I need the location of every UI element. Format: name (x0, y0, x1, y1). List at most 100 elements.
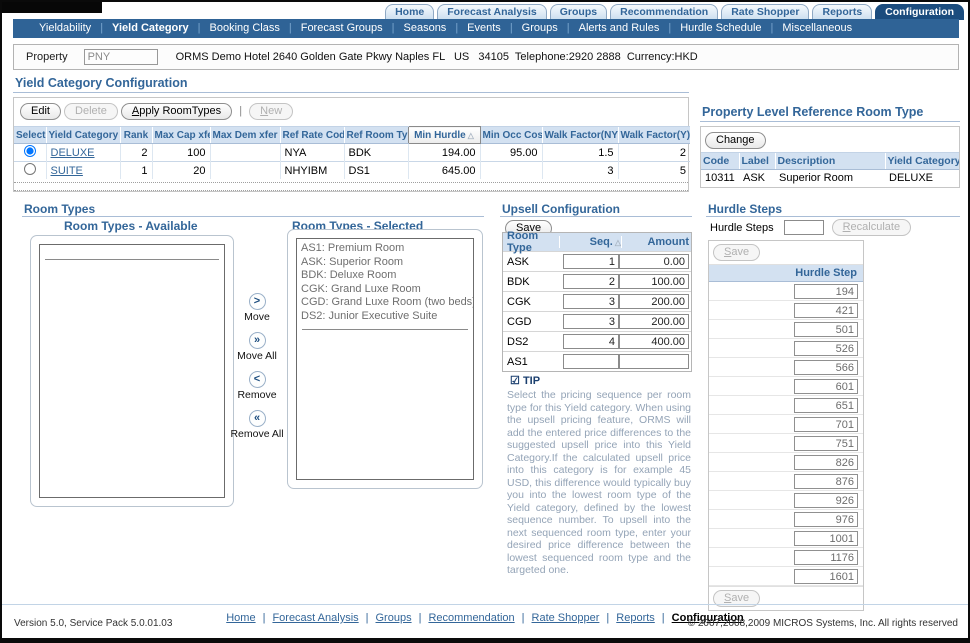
amount-input[interactable] (619, 334, 689, 349)
select-radio[interactable] (24, 163, 36, 175)
shuttle-arrow-icon[interactable]: > (249, 293, 266, 310)
upsell-row: DS2 (503, 331, 691, 351)
seq-input[interactable] (563, 274, 619, 289)
property-bar: Property ORMS Demo Hotel 2640 Golden Gat… (13, 44, 959, 70)
subnav-item[interactable]: Booking Class (189, 22, 280, 34)
yield-category-link[interactable]: SUITE (51, 165, 83, 177)
subnav-item[interactable]: Alerts and Rules (558, 22, 660, 34)
hurdle-step-input[interactable] (794, 474, 858, 489)
col-walk-factor-ny[interactable]: Walk Factor(NY) (542, 127, 618, 144)
subnav-item[interactable]: Seasons (383, 22, 447, 34)
col-seq[interactable]: Seq.△ (559, 236, 621, 248)
hurdle-step-input[interactable] (794, 417, 858, 432)
shuttle-arrow-icon[interactable]: < (249, 371, 266, 388)
subnav-item[interactable]: Events (446, 22, 501, 34)
subnav-item[interactable]: Forecast Groups (280, 22, 383, 34)
col-max-cap-xfer[interactable]: Max Cap xfer (152, 127, 210, 144)
col-rank[interactable]: Rank (120, 127, 152, 144)
hurdle-steps-count-input[interactable] (784, 220, 824, 235)
subnav-item[interactable]: Groups (501, 22, 558, 34)
top-tab[interactable]: Groups (550, 4, 607, 20)
col-max-dem-xfer[interactable]: Max Dem xfer (210, 127, 280, 144)
subnav-item[interactable]: Hurdle Schedule (659, 22, 761, 34)
col-yield-category[interactable]: Yield Category (46, 127, 120, 144)
top-tab[interactable]: Configuration (875, 4, 964, 20)
hurdle-step-input[interactable] (794, 303, 858, 318)
selected-room-type-item[interactable]: CGD: Grand Luxe Room (two beds) (297, 296, 473, 310)
sort-ascending-icon: △ (468, 131, 474, 140)
hurdle-step-input[interactable] (794, 398, 858, 413)
top-tab[interactable]: Rate Shopper (721, 4, 809, 20)
selected-room-type-item[interactable]: CGK: Grand Luxe Room (297, 283, 473, 297)
max-cap-xfer-cell: 20 (152, 162, 210, 180)
shuttle-arrow-icon[interactable]: « (249, 410, 266, 427)
shuttle-button[interactable]: > Move (228, 291, 286, 323)
hurdle-step-input[interactable] (794, 436, 858, 451)
select-radio[interactable] (24, 145, 36, 157)
seq-input[interactable] (563, 254, 619, 269)
top-tab[interactable]: Recommendation (610, 4, 718, 20)
seq-input[interactable] (563, 354, 619, 369)
edit-button[interactable]: Edit (20, 103, 61, 120)
amount-input[interactable] (619, 254, 689, 269)
hurdle-step-input[interactable] (794, 531, 858, 546)
seq-input[interactable] (563, 314, 619, 329)
apply-roomtypes-button[interactable]: Apply RoomTypes (121, 103, 232, 120)
col-walk-factor-y[interactable]: Walk Factor(Y) (618, 127, 690, 144)
yield-category-row: SUITE 1 20 NHYIBM DS1 645.00 3 5 (14, 162, 690, 180)
amount-input[interactable] (619, 294, 689, 309)
selected-room-type-item[interactable]: AS1: Premium Room (297, 242, 473, 256)
subnav-item[interactable]: Yield Category (91, 22, 188, 34)
hurdle-step-input[interactable] (794, 360, 858, 375)
hurdle-step-input[interactable] (794, 455, 858, 470)
footer-link[interactable]: Rate Shopper (532, 612, 600, 624)
shuttle-button[interactable]: « Remove All (228, 408, 286, 440)
hurdle-step-input[interactable] (794, 569, 858, 584)
seq-input[interactable] (563, 334, 619, 349)
selected-room-type-item[interactable]: DS2: Junior Executive Suite (297, 310, 473, 324)
shuttle-arrow-icon[interactable]: » (249, 332, 266, 349)
col-ref-room-type[interactable]: Ref Room Type (344, 127, 408, 144)
change-button[interactable]: Change (705, 132, 766, 149)
top-tab[interactable]: Reports (812, 4, 872, 20)
seq-cell (558, 354, 619, 369)
hurdle-step-input[interactable] (794, 512, 858, 527)
hurdle-step-row (709, 453, 863, 472)
subnav-item[interactable]: Yieldability (39, 22, 91, 34)
hurdle-steps-box: Save Hurdle Step (708, 240, 864, 611)
col-min-occ-cost[interactable]: Min Occ Cost (480, 127, 542, 144)
footer-link[interactable]: Recommendation (428, 612, 514, 624)
footer-link-item: Recommendation (412, 612, 515, 624)
upsell-row: BDK (503, 271, 691, 291)
hurdle-step-row (709, 301, 863, 320)
property-input[interactable] (84, 49, 158, 65)
hurdle-step-input[interactable] (794, 322, 858, 337)
select-cell (14, 144, 46, 162)
amount-input[interactable] (619, 314, 689, 329)
footer-link[interactable]: Home (226, 612, 255, 624)
room-types-available-listbox[interactable] (39, 244, 225, 498)
top-tab[interactable]: Home (385, 4, 434, 20)
col-min-hurdle-sorted[interactable]: Min Hurdle△ (408, 127, 480, 144)
amount-input[interactable] (619, 354, 689, 369)
selected-room-type-item[interactable]: BDK: Deluxe Room (297, 269, 473, 283)
footer-link[interactable]: Forecast Analysis (272, 612, 358, 624)
subnav-item[interactable]: Miscellaneous (762, 22, 853, 34)
hurdle-step-input[interactable] (794, 284, 858, 299)
hurdle-step-input[interactable] (794, 493, 858, 508)
col-ref-rate-code[interactable]: Ref Rate Code (280, 127, 344, 144)
top-tab[interactable]: Forecast Analysis (437, 4, 547, 20)
hurdle-step-input[interactable] (794, 341, 858, 356)
footer-link[interactable]: Groups (376, 612, 412, 624)
shuttle-button[interactable]: » Move All (228, 330, 286, 362)
hurdle-step-input[interactable] (794, 550, 858, 565)
yield-category-link[interactable]: DELUXE (51, 147, 95, 159)
shuttle-button[interactable]: < Remove (228, 369, 286, 401)
amount-input[interactable] (619, 274, 689, 289)
footer-link[interactable]: Reports (616, 612, 655, 624)
selected-room-type-item[interactable]: ASK: Superior Room (297, 256, 473, 270)
hurdle-step-input[interactable] (794, 379, 858, 394)
col-amount[interactable]: Amount (621, 236, 691, 248)
room-types-selected-listbox[interactable]: AS1: Premium RoomASK: Superior RoomBDK: … (296, 238, 474, 480)
seq-input[interactable] (563, 294, 619, 309)
